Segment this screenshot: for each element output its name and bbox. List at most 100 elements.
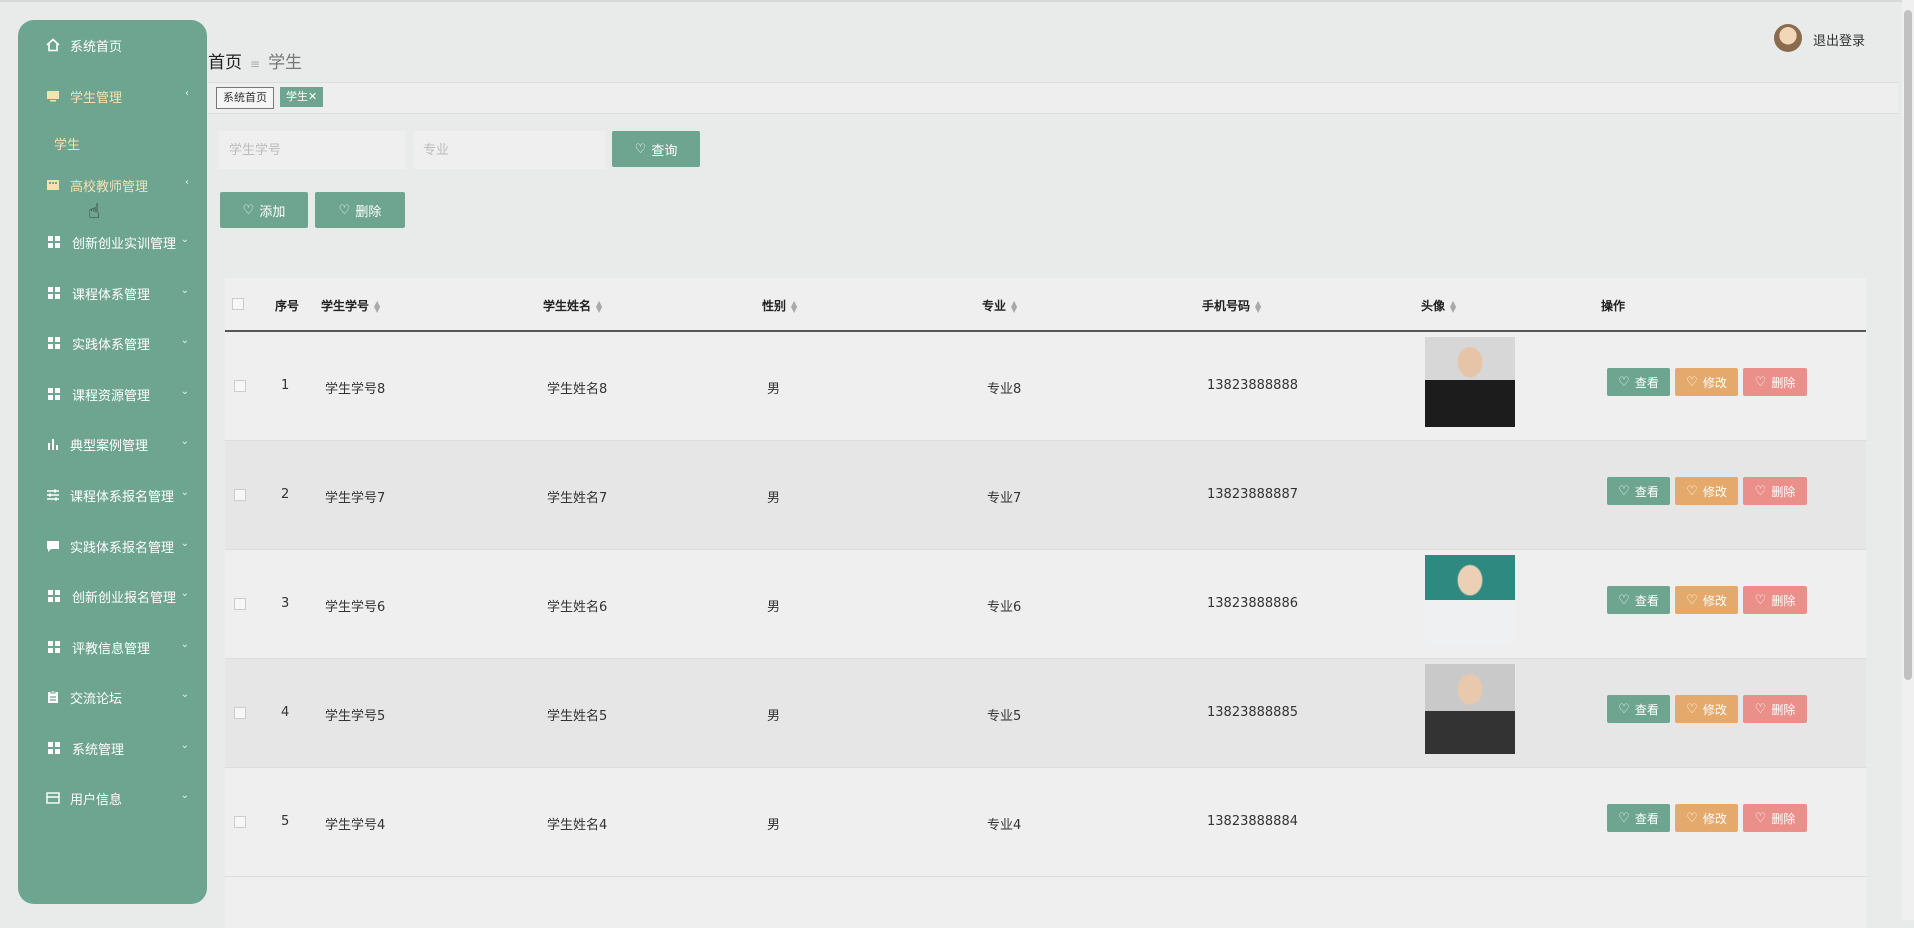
breadcrumb: 首页 ≡ 学生 bbox=[208, 48, 302, 73]
row-delete-button-label: 删除 bbox=[1771, 375, 1796, 390]
add-button[interactable]: ♡ 添加 bbox=[220, 192, 308, 228]
column-header-gender[interactable]: 性别 ▲ ▼ bbox=[762, 297, 797, 314]
sidebar-item-label: 系统首页 bbox=[70, 39, 123, 55]
column-header-student-id[interactable]: 学生学号 ▲ ▼ bbox=[321, 297, 380, 314]
column-header-phone[interactable]: 手机号码 ▲ ▼ bbox=[1202, 297, 1261, 314]
cell-no: 4 bbox=[281, 705, 290, 720]
sort-icon[interactable]: ▲ ▼ bbox=[374, 299, 380, 313]
heart-icon: ♡ bbox=[1754, 374, 1767, 390]
sort-icon[interactable]: ▲ ▼ bbox=[1011, 299, 1017, 313]
view-button[interactable]: ♡ 查看 bbox=[1607, 695, 1670, 723]
edit-button[interactable]: ♡ 修改 bbox=[1675, 804, 1738, 832]
row-checkbox[interactable] bbox=[234, 707, 246, 719]
sidebar-item-course-system[interactable]: 课程体系管理 ⌄ bbox=[18, 276, 207, 310]
row-checkbox[interactable] bbox=[234, 489, 246, 501]
cell-phone: 13823888886 bbox=[1207, 596, 1298, 611]
cell-major: 专业6 bbox=[987, 600, 1022, 615]
grid-icon bbox=[48, 742, 60, 754]
card-icon bbox=[46, 792, 60, 804]
sidebar-item-practice-registration[interactable]: 实践体系报名管理 ⌄ bbox=[18, 529, 207, 563]
edit-button-label: 修改 bbox=[1702, 484, 1727, 499]
sidebar-item-student-management[interactable]: 学生管理 ‹ bbox=[18, 79, 207, 113]
chat-icon bbox=[47, 541, 59, 552]
sidebar-item-innovation-registration[interactable]: 创新创业报名管理 ⌄ bbox=[18, 579, 207, 613]
sidebar-item-label: 学生管理 bbox=[70, 90, 123, 106]
cell-no: 1 bbox=[281, 378, 290, 393]
chevron-down-icon: ⌄ bbox=[180, 689, 189, 700]
tab-student[interactable]: 学生✕ bbox=[280, 87, 324, 107]
sidebar-item-teacher-management[interactable]: 高校教师管理 ‹ bbox=[18, 168, 207, 202]
breadcrumb-home[interactable]: 首页 bbox=[208, 53, 242, 73]
scrollbar-thumb[interactable] bbox=[1904, 10, 1912, 680]
heart-icon: ♡ bbox=[1618, 592, 1630, 608]
cell-student-name: 学生姓名5 bbox=[547, 709, 608, 724]
edit-button[interactable]: ♡ 修改 bbox=[1675, 368, 1738, 396]
sidebar-item-user-info[interactable]: 用户信息 ⌄ bbox=[18, 781, 207, 815]
sidebar-item-system-management[interactable]: 系统管理 ⌄ bbox=[18, 731, 207, 765]
query-button[interactable]: ♡ 查询 bbox=[612, 131, 700, 167]
view-button[interactable]: ♡ 查看 bbox=[1607, 368, 1670, 396]
cell-student-name: 学生姓名8 bbox=[547, 382, 608, 397]
view-button[interactable]: ♡ 查看 bbox=[1607, 586, 1670, 614]
sidebar-item-forum[interactable]: 交流论坛 ⌄ bbox=[18, 680, 207, 714]
sidebar-item-teaching-evaluation[interactable]: 评教信息管理 ⌄ bbox=[18, 630, 207, 664]
cell-gender: 男 bbox=[767, 382, 781, 397]
sidebar-item-typical-cases[interactable]: 典型案例管理 ⌄ bbox=[18, 427, 207, 461]
cell-gender: 男 bbox=[767, 709, 781, 724]
sidebar-item-course-resources[interactable]: 课程资源管理 ⌄ bbox=[18, 377, 207, 411]
column-header-no: 序号 bbox=[275, 299, 300, 313]
column-header-major[interactable]: 专业 ▲ ▼ bbox=[982, 297, 1017, 314]
heart-icon: ♡ bbox=[1618, 374, 1630, 390]
sort-icon[interactable]: ▲ ▼ bbox=[1450, 299, 1456, 313]
column-header-label: 头像 bbox=[1421, 299, 1446, 313]
view-button[interactable]: ♡ 查看 bbox=[1607, 804, 1670, 832]
column-header-avatar[interactable]: 头像 ▲ ▼ bbox=[1421, 297, 1456, 314]
row-delete-button-label: 删除 bbox=[1771, 484, 1796, 499]
cell-phone: 13823888888 bbox=[1207, 378, 1298, 393]
cell-major: 专业7 bbox=[987, 491, 1022, 506]
row-checkbox[interactable] bbox=[234, 816, 246, 828]
cell-student-name: 学生姓名6 bbox=[547, 600, 608, 615]
select-all-checkbox[interactable] bbox=[232, 298, 244, 310]
row-delete-button[interactable]: ♡ 删除 bbox=[1743, 477, 1807, 505]
row-checkbox[interactable] bbox=[234, 598, 246, 610]
delete-button[interactable]: ♡ 删除 bbox=[315, 192, 405, 228]
row-checkbox[interactable] bbox=[234, 380, 246, 392]
edit-button[interactable]: ♡ 修改 bbox=[1675, 477, 1738, 505]
row-delete-button[interactable]: ♡ 删除 bbox=[1743, 804, 1807, 832]
heart-icon: ♡ bbox=[242, 202, 255, 218]
avatar[interactable] bbox=[1774, 24, 1802, 52]
delete-button-label: 删除 bbox=[355, 204, 382, 220]
edit-button[interactable]: ♡ 修改 bbox=[1675, 695, 1738, 723]
pointer-cursor-icon: ☝ bbox=[88, 199, 101, 223]
major-input[interactable] bbox=[413, 131, 605, 169]
sidebar-subitem-student[interactable]: 学生 bbox=[54, 134, 80, 153]
sidebar-item-course-registration[interactable]: 课程体系报名管理 ⌄ bbox=[18, 478, 207, 512]
avatar-photo bbox=[1425, 664, 1515, 754]
sort-icon[interactable]: ▲ ▼ bbox=[596, 299, 602, 313]
top-border bbox=[0, 0, 1914, 2]
sort-icon[interactable]: ▲ ▼ bbox=[791, 299, 797, 313]
row-delete-button[interactable]: ♡ 删除 bbox=[1743, 368, 1807, 396]
breadcrumb-separator-icon: ≡ bbox=[250, 57, 261, 71]
sidebar-item-practice-system[interactable]: 实践体系管理 ⌄ bbox=[18, 326, 207, 360]
sort-icon[interactable]: ▲ ▼ bbox=[1255, 299, 1261, 313]
logout-link[interactable]: 退出登录 bbox=[1813, 30, 1865, 49]
sidebar-item-innovation-training[interactable]: 创新创业实训管理 ⌄ bbox=[18, 225, 207, 259]
table-row: 2 学生学号7 学生姓名7 男 专业7 13823888887 ♡ 查看 ♡ 修改 ♡ 删除 bbox=[225, 441, 1866, 550]
sidebar-item-home[interactable]: 系统首页 bbox=[18, 28, 207, 62]
edit-button[interactable]: ♡ 修改 bbox=[1675, 586, 1738, 614]
chevron-down-icon: ⌄ bbox=[180, 436, 189, 447]
heart-icon: ♡ bbox=[1618, 810, 1630, 826]
tab-home[interactable]: 系统首页 bbox=[216, 87, 274, 109]
sidebar: 系统首页 学生管理 ‹ 学生 高校教师管理 ‹ 创新创业实训管理 ⌄ 课程体系管… bbox=[18, 20, 207, 904]
chevron-down-icon: ⌄ bbox=[180, 487, 189, 498]
sidebar-item-label: 高校教师管理 bbox=[70, 179, 149, 195]
row-delete-button[interactable]: ♡ 删除 bbox=[1743, 586, 1807, 614]
sidebar-item-label: 课程体系报名管理 bbox=[70, 489, 175, 505]
column-header-student-name[interactable]: 学生姓名 ▲ ▼ bbox=[543, 297, 602, 314]
student-id-input[interactable] bbox=[219, 131, 405, 169]
heart-icon: ♡ bbox=[1754, 592, 1767, 608]
view-button[interactable]: ♡ 查看 bbox=[1607, 477, 1670, 505]
row-delete-button[interactable]: ♡ 删除 bbox=[1743, 695, 1807, 723]
